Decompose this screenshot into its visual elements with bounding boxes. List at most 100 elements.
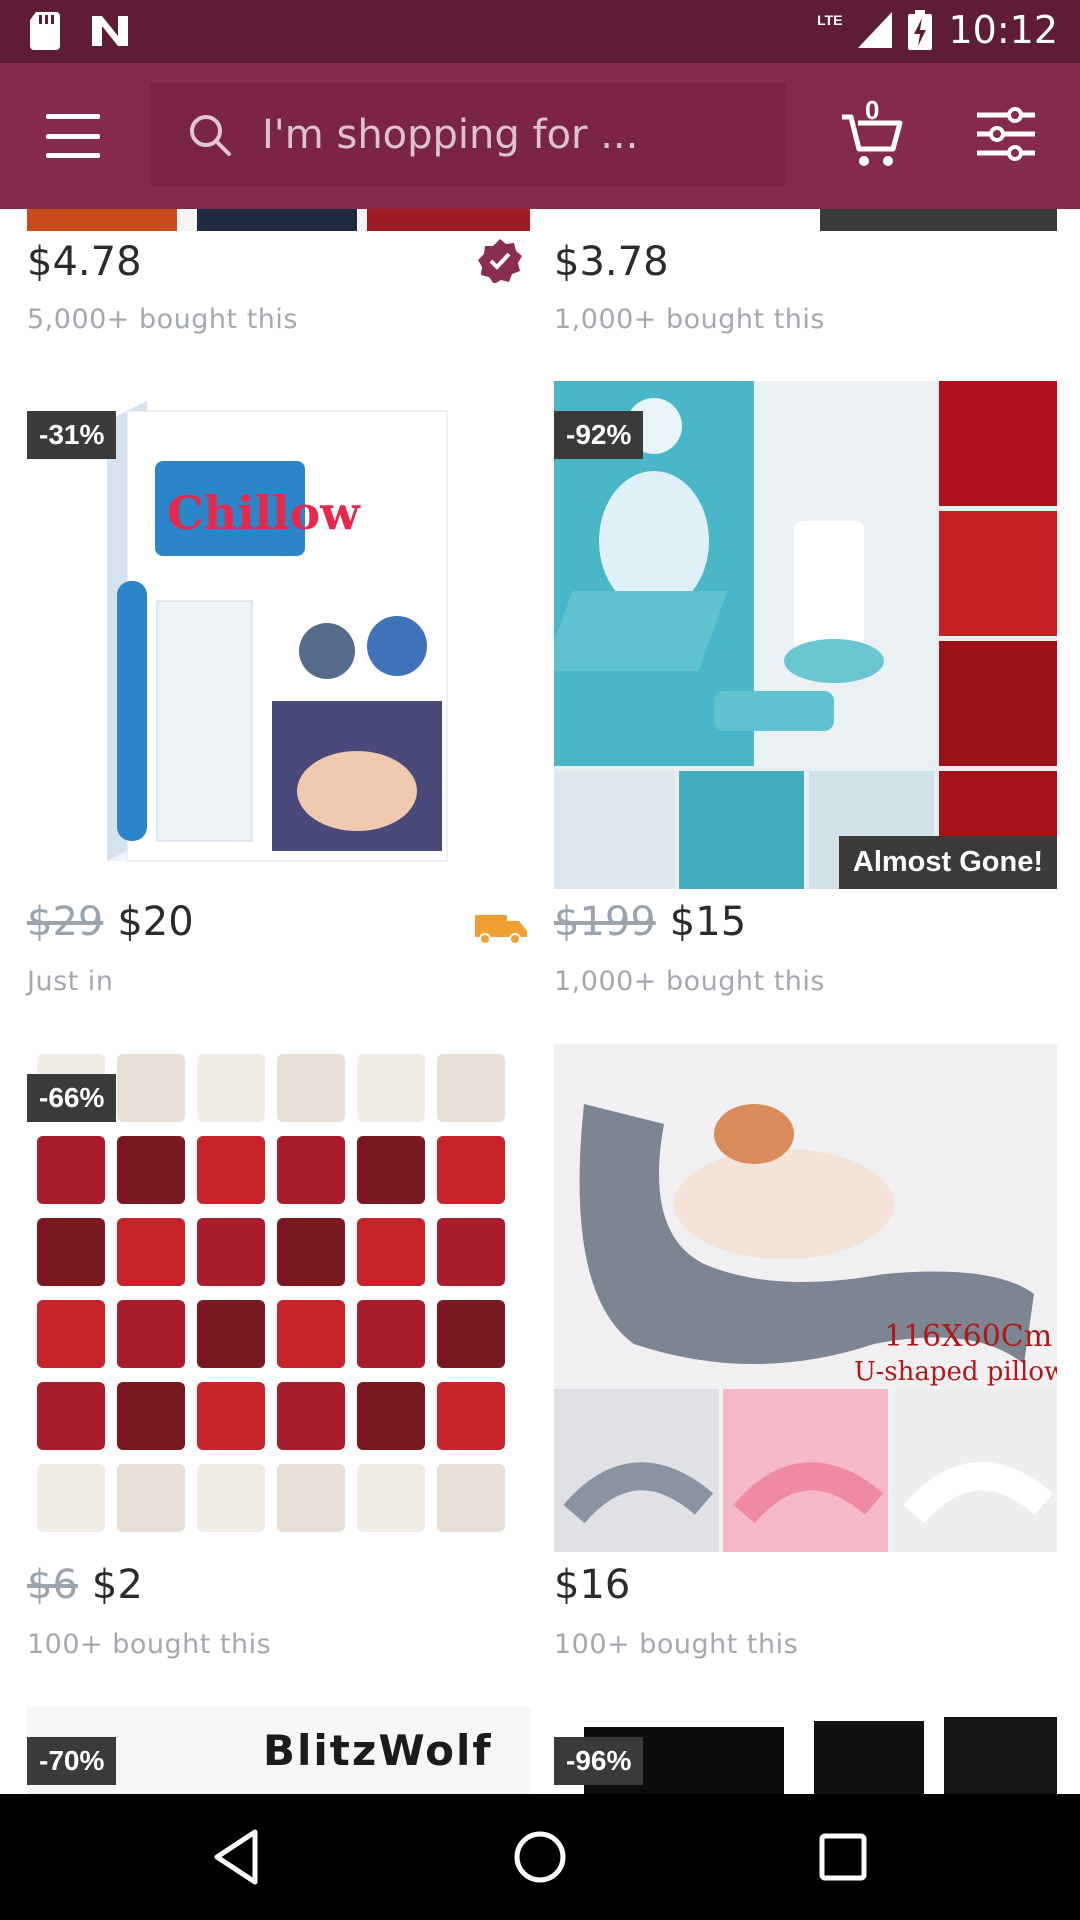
product-image[interactable]: -66% xyxy=(27,1044,530,1552)
recents-icon[interactable] xyxy=(808,1822,878,1892)
battery-charging-icon xyxy=(908,10,933,50)
product-feed[interactable]: $4.78 5,000+ bought this $3.78 1,000+ bo… xyxy=(0,209,1080,1794)
pillow-thumbnail xyxy=(357,1300,425,1368)
original-price: $29 xyxy=(27,899,104,945)
price: $15 xyxy=(669,899,747,945)
signal-icon xyxy=(858,12,893,48)
pillow-thumbnail xyxy=(197,1382,265,1450)
filter-button[interactable] xyxy=(975,103,1037,165)
pillow-thumbnail xyxy=(357,1218,425,1286)
pillow-thumbnail xyxy=(117,1218,185,1286)
price-row: $29 $20 xyxy=(27,899,194,959)
pillow-thumbnail xyxy=(437,1054,505,1122)
price: $20 xyxy=(117,899,194,945)
pillow-thumbnail xyxy=(197,1464,265,1532)
price: $3.78 xyxy=(554,239,669,285)
cart-count: 0 xyxy=(865,95,880,125)
image-caption-shape: U-shaped pillow xyxy=(854,1357,1057,1387)
discount-badge: -66% xyxy=(27,1074,117,1122)
network-type: LTE xyxy=(817,12,843,28)
product-image-graphic xyxy=(27,209,530,231)
price: $2 xyxy=(91,1562,143,1608)
pillow-thumbnail xyxy=(37,1136,105,1204)
discount-badge: -70% xyxy=(27,1737,117,1785)
pillow-thumbnail xyxy=(37,1464,105,1532)
sd-card-icon xyxy=(30,12,60,50)
pillow-thumbnail xyxy=(277,1382,345,1450)
search-input[interactable] xyxy=(262,112,742,158)
product-image[interactable]: 116X60Cm U-shaped pillow xyxy=(554,1044,1057,1552)
pillow-thumbnail xyxy=(437,1136,505,1204)
product-image-graphic: 116X60Cm U-shaped pillow xyxy=(554,1044,1057,1552)
cart-button[interactable]: 0 xyxy=(838,95,908,171)
product-image-brand: BlitzWolf xyxy=(263,1726,493,1775)
product-image[interactable]: Chillow -31% xyxy=(27,381,530,889)
product-image[interactable] xyxy=(27,209,530,231)
pillow-thumbnail xyxy=(117,1300,185,1368)
pillow-thumbnail xyxy=(437,1382,505,1450)
pillow-thumbnail xyxy=(277,1464,345,1532)
product-card[interactable]: -92% Almost Gone! $199 $15 1,000+ bought… xyxy=(554,381,1057,1021)
original-price: $6 xyxy=(27,1562,78,1608)
price: $4.78 xyxy=(27,239,142,285)
price-row: $16 xyxy=(554,1562,630,1622)
pillow-thumbnail xyxy=(437,1218,505,1286)
image-caption-size: 116X60Cm xyxy=(884,1319,1052,1354)
search-bar[interactable] xyxy=(150,83,786,187)
discount-badge: -31% xyxy=(27,411,117,459)
bought-count: 1,000+ bought this xyxy=(554,966,825,997)
product-image[interactable] xyxy=(554,209,1057,231)
product-card[interactable]: -66% $6 $2 100+ bought this xyxy=(27,1044,530,1684)
clock: 10:12 xyxy=(948,8,1058,52)
home-icon[interactable] xyxy=(505,1822,575,1892)
filter-sliders-icon xyxy=(977,107,1035,161)
product-image-graphic xyxy=(820,209,1057,231)
pillow-thumbnail xyxy=(357,1136,425,1204)
search-icon xyxy=(190,115,231,156)
app-header: 0 xyxy=(0,63,1080,209)
pillow-thumbnail xyxy=(117,1054,185,1122)
product-image[interactable]: -96% xyxy=(554,1707,1057,1794)
menu-button[interactable] xyxy=(38,108,108,164)
pillow-thumbnail xyxy=(197,1054,265,1122)
pillow-thumbnail xyxy=(437,1464,505,1532)
menu-icon xyxy=(46,114,100,119)
truck-icon xyxy=(475,915,527,945)
verified-check-icon xyxy=(478,239,522,283)
pillow-thumbnail xyxy=(37,1300,105,1368)
pillow-thumbnail xyxy=(37,1382,105,1450)
original-price: $199 xyxy=(554,899,656,945)
product-card[interactable]: Chillow -31% $29 $20 Just in xyxy=(27,381,530,1021)
product-card[interactable]: BlitzWolf -70% xyxy=(27,1707,530,1794)
pillow-thumbnail xyxy=(437,1300,505,1368)
pillow-thumbnail xyxy=(37,1218,105,1286)
back-icon[interactable] xyxy=(203,1822,273,1892)
almost-gone-tag: Almost Gone! xyxy=(838,836,1057,889)
notification-n-icon xyxy=(92,16,128,46)
product-image-brand: Chillow xyxy=(167,486,361,540)
bought-count: 100+ bought this xyxy=(27,1629,272,1660)
pillow-thumbnail xyxy=(357,1054,425,1122)
pillow-thumbnail xyxy=(117,1382,185,1450)
pillow-thumbnail xyxy=(197,1136,265,1204)
pillow-thumbnail xyxy=(277,1218,345,1286)
pillow-thumbnail xyxy=(197,1300,265,1368)
bought-count: 100+ bought this xyxy=(554,1629,799,1660)
pillow-thumbnail xyxy=(357,1464,425,1532)
product-card[interactable]: 116X60Cm U-shaped pillow $16 100+ bought… xyxy=(554,1044,1057,1684)
product-image[interactable]: -92% Almost Gone! xyxy=(554,381,1057,889)
menu-icon-line xyxy=(46,153,100,158)
price: $16 xyxy=(554,1562,631,1608)
discount-badge: -96% xyxy=(554,1737,644,1785)
pillow-thumbnail xyxy=(277,1136,345,1204)
pillow-thumbnail xyxy=(117,1464,185,1532)
discount-badge: -92% xyxy=(554,411,644,459)
status-bar: LTE 10:12 xyxy=(0,0,1080,63)
pillow-thumbnail xyxy=(357,1382,425,1450)
price-row: $199 $15 xyxy=(554,899,746,959)
bought-count: 5,000+ bought this xyxy=(27,304,298,335)
product-image[interactable]: BlitzWolf -70% xyxy=(27,1707,530,1794)
pillow-thumbnail xyxy=(117,1136,185,1204)
pillow-thumbnail xyxy=(197,1218,265,1286)
product-card[interactable]: -96% xyxy=(554,1707,1057,1794)
